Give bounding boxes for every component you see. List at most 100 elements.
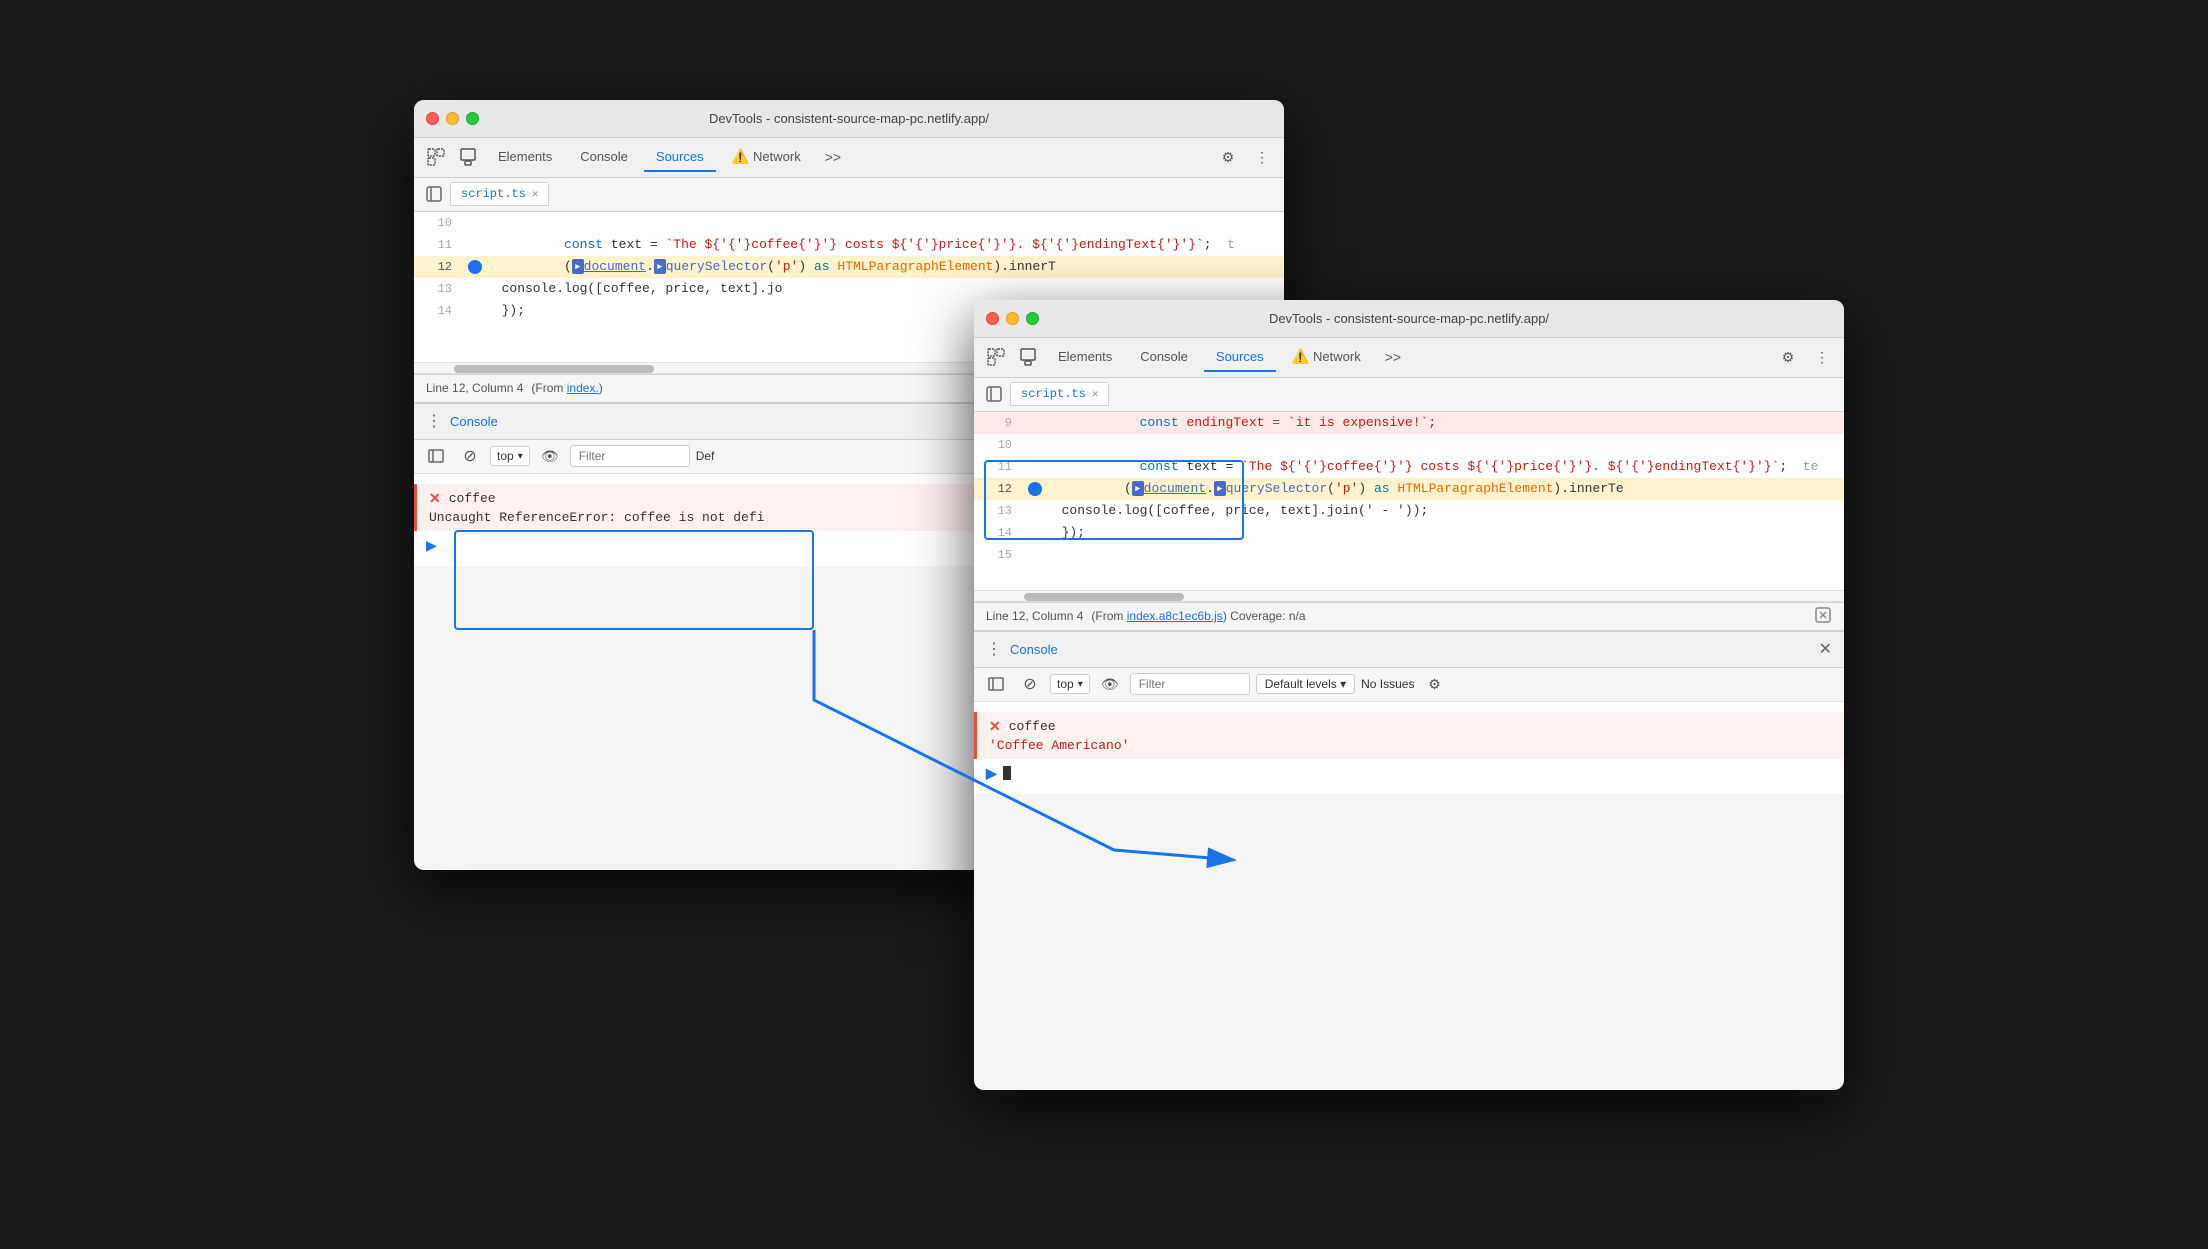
tab-sources-back[interactable]: Sources [644, 143, 716, 172]
more-tabs-front[interactable]: >> [1377, 345, 1409, 369]
file-tab-bar-front: script.ts ✕ [974, 378, 1844, 412]
scrollbar-thumb-back[interactable] [454, 365, 654, 373]
prompt-arrow-front: ▶ [986, 765, 997, 782]
error-icon-back: ✕ [429, 490, 441, 507]
file-tab-back[interactable]: script.ts ✕ [450, 182, 549, 206]
close-button-back[interactable] [426, 112, 439, 125]
tab-console-back[interactable]: Console [568, 143, 640, 172]
file-tab-front[interactable]: script.ts ✕ [1010, 382, 1109, 406]
value-header-front: ✕ coffee [989, 718, 1832, 735]
cursor-position-back: Line 12, Column 4 [426, 381, 523, 395]
more-tabs-back[interactable]: >> [817, 145, 849, 169]
console-sidebar-icon-back[interactable] [422, 442, 450, 470]
sidebar-toggle-back[interactable] [422, 182, 446, 206]
value-name-front: coffee [1009, 719, 1056, 734]
tab-elements-back[interactable]: Elements [486, 143, 564, 172]
eye-icon-back[interactable]: 👁 [536, 442, 564, 470]
console-section-front: ⋮ Console ✕ ⊘ top ▾ 👁 [974, 630, 1844, 794]
code-line-13-front: 13 console.log([coffee, price, text].joi… [974, 500, 1844, 522]
devtools-window-front: DevTools - consistent-source-map-pc.netl… [974, 300, 1844, 1090]
inspect-icon-front[interactable] [982, 343, 1010, 371]
file-tab-bar-back: script.ts ✕ [414, 178, 1284, 212]
console-input-row-front: ▶ [974, 761, 1844, 786]
context-dropdown-arrow-back: ▾ [518, 451, 523, 462]
scene: DevTools - consistent-source-map-pc.netl… [414, 100, 1794, 1150]
tab-sources-front[interactable]: Sources [1204, 343, 1276, 372]
file-tab-close-front[interactable]: ✕ [1092, 387, 1099, 401]
more-options-icon-front[interactable]: ⋮ [1808, 343, 1836, 371]
cursor-position-front: Line 12, Column 4 [986, 609, 1083, 623]
code-line-14-front: 14 }); [974, 522, 1844, 544]
window-title-back: DevTools - consistent-source-map-pc.netl… [709, 111, 989, 126]
traffic-lights-front [986, 312, 1039, 325]
source-link-front[interactable]: index.a8c1ec6b.js [1127, 609, 1223, 623]
title-bar-back: DevTools - consistent-source-map-pc.netl… [414, 100, 1284, 138]
console-settings-icon-front[interactable]: ⚙ [1420, 670, 1448, 698]
breakpoint-12-back [468, 260, 482, 274]
file-tab-name-front: script.ts [1021, 387, 1086, 401]
tab-network-back[interactable]: ⚠️ Network [720, 142, 813, 173]
window-title-front: DevTools - consistent-source-map-pc.netl… [1269, 311, 1549, 326]
value-entry-front: ✕ coffee 'Coffee Americano' [974, 712, 1844, 759]
error-name-back: coffee [449, 491, 496, 506]
console-sidebar-icon-front[interactable] [982, 670, 1010, 698]
coverage-icon [1814, 606, 1832, 627]
console-default-levels-back[interactable]: Def [696, 449, 715, 463]
value-string-front: 'Coffee Americano' [989, 738, 1129, 753]
settings-icon-front[interactable]: ⚙ [1774, 343, 1802, 371]
toolbar-right-back: ⚙ ⋮ [1214, 143, 1276, 171]
device-toggle-icon[interactable] [454, 143, 482, 171]
console-close-front[interactable]: ✕ [1819, 639, 1832, 659]
close-button-front[interactable] [986, 312, 999, 325]
minimize-button-front[interactable] [1006, 312, 1019, 325]
console-content-front: ✕ coffee 'Coffee Americano' ▶ [974, 702, 1844, 794]
warning-icon-front: ⚠️ [1292, 348, 1309, 365]
warning-icon-back: ⚠️ [732, 148, 749, 165]
maximize-button-back[interactable] [466, 112, 479, 125]
eye-icon-front[interactable]: 👁 [1096, 670, 1124, 698]
minimize-button-back[interactable] [446, 112, 459, 125]
title-bar-front: DevTools - consistent-source-map-pc.netl… [974, 300, 1844, 338]
sidebar-toggle-front[interactable] [982, 382, 1006, 406]
maximize-button-front[interactable] [1026, 312, 1039, 325]
console-title-back: Console [450, 414, 498, 429]
console-title-front: Console [1010, 642, 1058, 657]
traffic-lights-back [426, 112, 479, 125]
toolbar-right-front: ⚙ ⋮ [1774, 343, 1836, 371]
breakpoint-12-front [1028, 482, 1042, 496]
status-bar-front: Line 12, Column 4 (From index.a8c1ec6b.j… [974, 602, 1844, 630]
tab-elements-front[interactable]: Elements [1046, 343, 1124, 372]
default-levels-btn-front[interactable]: Default levels ▾ [1256, 674, 1355, 694]
console-toolbar-front: ⊘ top ▾ 👁 Default levels ▾ No Issues ⚙ [974, 668, 1844, 702]
console-menu-back[interactable]: ⋮ [426, 411, 442, 431]
more-options-icon-back[interactable]: ⋮ [1248, 143, 1276, 171]
tab-network-front[interactable]: ⚠️ Network [1280, 342, 1373, 373]
settings-icon-back[interactable]: ⚙ [1214, 143, 1242, 171]
no-issues-label-front: No Issues [1361, 677, 1414, 691]
console-filter-input-back[interactable] [570, 445, 690, 467]
error-icon-front: ✕ [989, 718, 1001, 735]
dt-toolbar-back: Elements Console Sources ⚠️ Network >> ⚙… [414, 138, 1284, 178]
scrollbar-front[interactable] [974, 590, 1844, 602]
context-selector-front[interactable]: top ▾ [1050, 674, 1090, 694]
source-link-back[interactable]: index. [567, 381, 599, 395]
clear-console-icon-back[interactable]: ⊘ [456, 442, 484, 470]
console-cursor-front [1003, 766, 1011, 780]
device-toggle-icon-front[interactable] [1014, 343, 1042, 371]
console-filter-input-front[interactable] [1130, 673, 1250, 695]
value-result-front: 'Coffee Americano' [989, 737, 1832, 753]
scrollbar-thumb-front[interactable] [1024, 593, 1184, 601]
code-area-front: 9 const endingText = `it is expensive!`;… [974, 412, 1844, 590]
code-line-15-front: 15 [974, 544, 1844, 566]
console-menu-front[interactable]: ⋮ [986, 639, 1002, 659]
console-header-front: ⋮ Console ✕ [974, 632, 1844, 668]
tab-console-front[interactable]: Console [1128, 343, 1200, 372]
code-line-9-front: 9 const endingText = `it is expensive!`; [974, 412, 1844, 434]
file-tab-name-back: script.ts [461, 187, 526, 201]
context-selector-back[interactable]: top ▾ [490, 446, 530, 466]
inspect-icon[interactable] [422, 143, 450, 171]
file-tab-close-back[interactable]: ✕ [532, 187, 539, 201]
dt-toolbar-front: Elements Console Sources ⚠️ Network >> ⚙… [974, 338, 1844, 378]
clear-console-icon-front[interactable]: ⊘ [1016, 670, 1044, 698]
coverage-text: Coverage: n/a [1230, 609, 1305, 623]
